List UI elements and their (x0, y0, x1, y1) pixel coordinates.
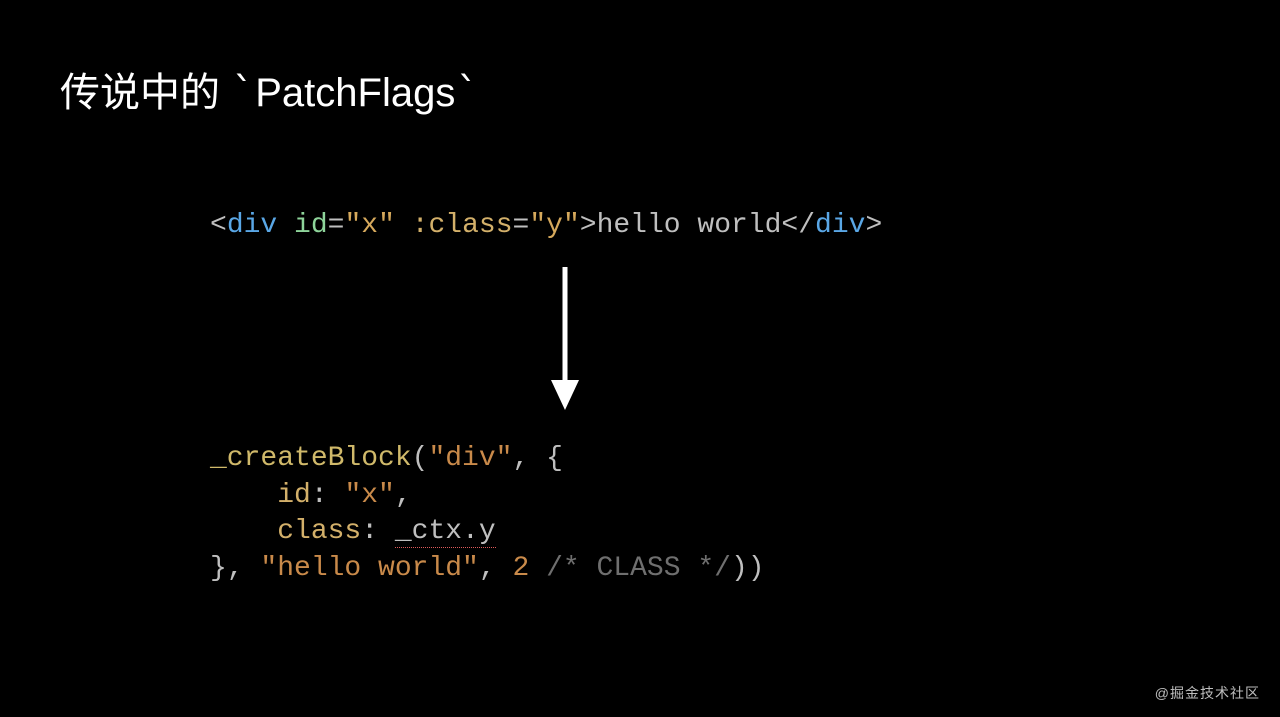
str-hello-world: "hello world" (260, 553, 478, 584)
key-class: class (277, 516, 361, 547)
attr-id-value: "x" (344, 210, 394, 241)
slide: 传说中的 `PatchFlags` <div id="x" :class="y"… (0, 0, 1280, 717)
patch-flag-number: 2 (512, 553, 529, 584)
attr-id: id (294, 210, 328, 241)
arrow-down-icon (60, 262, 1070, 417)
title-prefix: 传说中的 (60, 71, 231, 115)
key-id: id (277, 480, 311, 511)
patch-flag-comment: /* CLASS */ (546, 553, 731, 584)
content-area: <div id="x" :class="y">hello world</div>… (60, 208, 1220, 587)
backtick-open: ` (231, 70, 255, 116)
title-name: PatchFlags (255, 71, 455, 115)
attr-class-value: "y" (529, 210, 579, 241)
val-x: "x" (344, 480, 394, 511)
tag-div-open: div (227, 210, 277, 241)
fn-createblock: _createBlock (210, 443, 412, 474)
arg-div: "div" (428, 443, 512, 474)
watermark: @掘金技术社区 (1155, 683, 1260, 703)
angle-open: < (210, 210, 227, 241)
template-code: <div id="x" :class="y">hello world</div> (210, 208, 1220, 244)
slide-title: 传说中的 `PatchFlags` (60, 60, 1220, 118)
attr-class: :class (412, 210, 513, 241)
template-text: hello world (597, 210, 782, 241)
output-code: _createBlock("div", { id: "x", class: _c… (210, 441, 1220, 587)
backtick-close: ` (455, 70, 479, 116)
tag-div-close: div (815, 210, 865, 241)
val-ctx-y: _ctx.y (395, 516, 496, 548)
